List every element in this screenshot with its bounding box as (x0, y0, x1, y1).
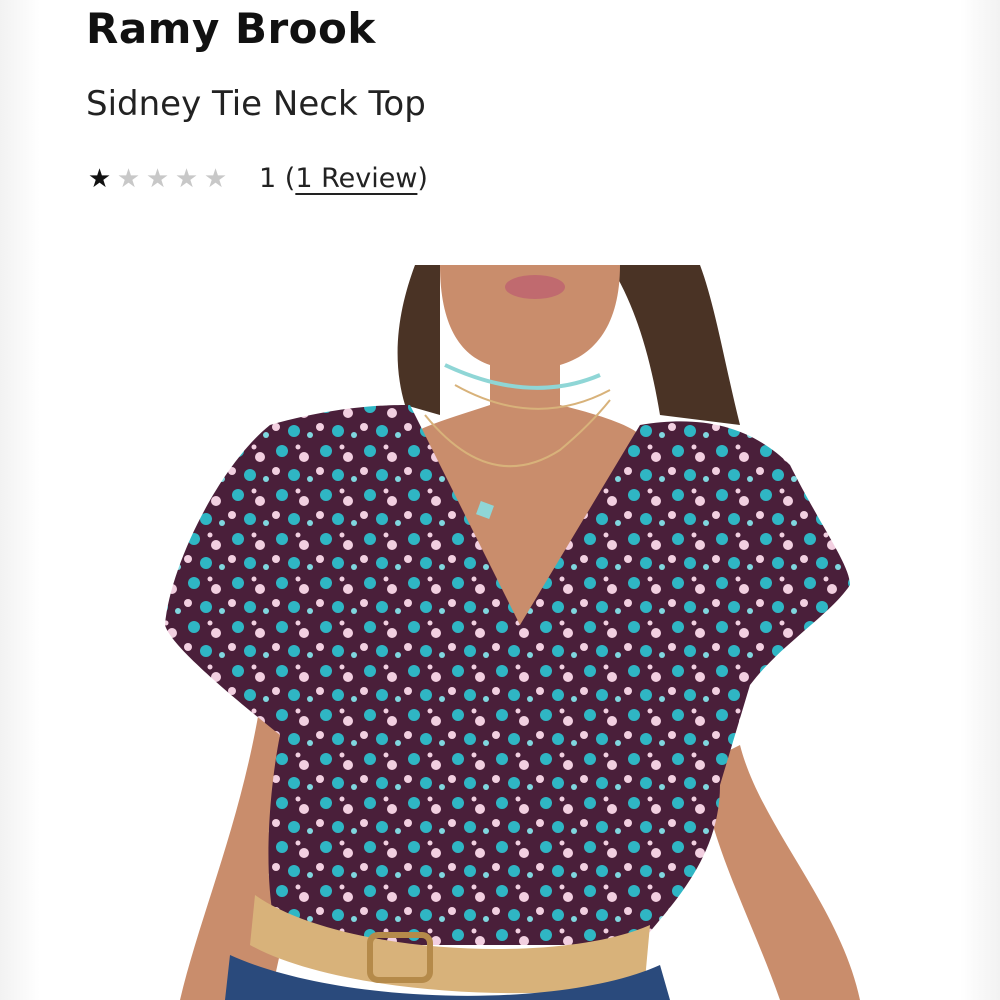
rating-value: 1 (259, 162, 277, 194)
lips-shape (505, 275, 565, 299)
rating-paren-open: ( (284, 162, 296, 194)
page-edge-right (960, 0, 1000, 1000)
star-empty-icon: ★ (116, 163, 141, 193)
rating-paren-close: ) (417, 162, 428, 194)
star-empty-icon: ★ (174, 163, 199, 193)
page-edge-left (0, 0, 40, 1000)
star-empty-icon: ★ (145, 163, 170, 193)
star-filled-icon: ★ (87, 163, 112, 193)
rating-summary: ★ ★ ★ ★ ★ 1 (1 Review) (86, 158, 428, 198)
rating-text: 1 (1 Review) (259, 163, 428, 194)
star-rating: ★ ★ ★ ★ ★ (86, 165, 229, 191)
star-empty-icon: ★ (203, 163, 228, 193)
brand-name[interactable]: Ramy Brook (86, 4, 376, 53)
reviews-link[interactable]: 1 Review (295, 163, 417, 194)
product-title: Sidney Tie Neck Top (86, 84, 426, 124)
product-photo[interactable] (140, 265, 880, 1000)
